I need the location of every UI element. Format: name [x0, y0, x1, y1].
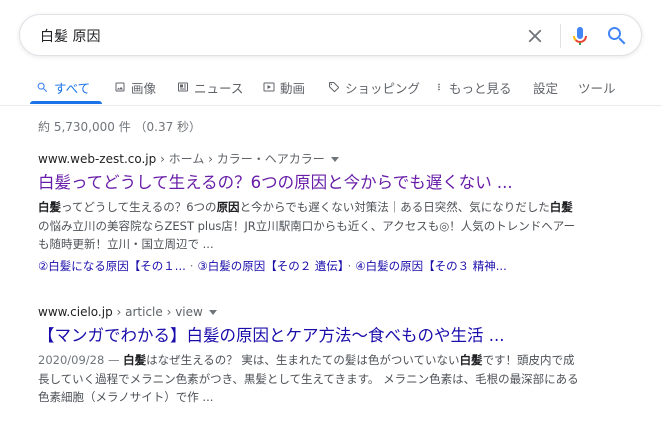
tab-shopping-label: ショッピング — [345, 80, 421, 96]
search-button[interactable] — [605, 24, 629, 48]
snippet-text: ってどうして生えるの？6つの — [61, 200, 217, 214]
tab-more[interactable]: もっと見る — [434, 77, 512, 97]
result-stats: 約 5,730,000 件 （0.37 秒） — [38, 120, 202, 134]
tab-tools[interactable]: ツール — [578, 77, 616, 97]
snippet-highlight: 白髪 — [459, 353, 483, 367]
sitelink[interactable]: ②白髪になる原因【その１... — [38, 259, 186, 273]
result-snippet: 白髪ってどうして生えるの？6つの原因と今からでも遅くない対策法｜ある日突然、気に… — [38, 198, 583, 254]
more-vert-icon — [438, 83, 440, 91]
result-url[interactable]: www.web-zest.co.jp › ホーム › カラー・ヘアカラー — [38, 150, 638, 168]
sitelink[interactable]: ④白髪の原因【その３ 精神... — [355, 259, 506, 273]
close-icon — [528, 29, 542, 43]
snippet-highlight: 白髪 — [38, 200, 61, 214]
tag-icon — [329, 82, 339, 92]
tab-videos-label: 動画 — [280, 80, 306, 96]
active-tab-indicator — [30, 101, 102, 104]
newspaper-icon — [178, 82, 188, 92]
search-tabs: すべて 画像 ニュース 動画 ショッピング もっと見る 設定 ツール — [0, 68, 662, 106]
search-divider — [560, 24, 561, 48]
result-breadcrumb: › ホーム › カラー・ヘアカラー — [156, 152, 325, 166]
snippet-text: と今からでも遅くない対策法｜ある日突然、気になりだした — [239, 200, 550, 214]
tab-tools-label: ツール — [578, 80, 616, 96]
snippet-text: はなぜ生えるの？ 実は、生まれたての髪は色がついていない — [146, 353, 460, 367]
search-result: www.web-zest.co.jp › ホーム › カラー・ヘアカラー 白髪っ… — [38, 150, 638, 275]
result-date: 2020/09/28 — — [38, 353, 124, 367]
result-snippet: 2020/09/28 — 白髪はなぜ生えるの？ 実は、生まれたての髪は色がついて… — [38, 351, 583, 407]
tab-settings-label: 設定 — [533, 80, 559, 96]
tab-images-label: 画像 — [131, 80, 157, 96]
snippet-highlight: 白髪 — [123, 353, 147, 367]
search-result: www.cielo.jp › article › view 【マンガでわかる】白… — [38, 303, 638, 407]
chevron-down-icon[interactable] — [330, 157, 339, 162]
snippet-highlight: 原因 — [216, 200, 240, 214]
microphone-icon — [573, 27, 587, 45]
tab-news-label: ニュース — [194, 80, 244, 96]
sitelink[interactable]: ③白髪の原因【その２ 遺伝】 — [197, 259, 343, 273]
sitelink-separator: · — [347, 258, 352, 273]
search-icon — [37, 82, 48, 92]
result-breadcrumb: › article › view — [112, 305, 203, 319]
tab-shopping[interactable]: ショッピング — [328, 77, 420, 97]
snippet-text: の悩み立川の美容院ならZEST plus店！JR立川駅南口からも近く、アクセスも… — [38, 218, 576, 252]
result-title-link[interactable]: 【マンガでわかる】白髪の原因とケア方法～食べものや生活 ... — [38, 325, 638, 347]
chevron-down-icon[interactable] — [208, 310, 217, 315]
sitelinks: ②白髪になる原因【その１... · ③白髪の原因【その２ 遺伝】 · ④白髪の原因【その… — [38, 257, 638, 275]
tab-all-label: すべて — [54, 80, 91, 96]
image-icon — [115, 82, 125, 92]
search-icon — [608, 27, 626, 45]
sitelink-separator: · — [189, 258, 194, 273]
result-url[interactable]: www.cielo.jp › article › view — [38, 303, 638, 321]
tab-all[interactable]: すべて — [36, 77, 90, 97]
voice-search-button[interactable] — [568, 24, 592, 48]
result-domain: www.cielo.jp — [38, 305, 113, 319]
snippet-highlight: 白髪 — [549, 200, 573, 214]
tab-videos[interactable]: 動画 — [263, 77, 305, 97]
result-domain: www.web-zest.co.jp — [38, 152, 157, 166]
search-box[interactable] — [19, 14, 642, 56]
clear-search-button[interactable] — [524, 25, 546, 47]
tab-images[interactable]: 画像 — [114, 77, 156, 97]
video-icon — [263, 82, 275, 92]
search-input[interactable] — [40, 25, 510, 47]
tab-news[interactable]: ニュース — [177, 77, 243, 97]
result-title-link[interactable]: 白髪ってどうして生えるの？6つの原因と今からでも遅くない ... — [38, 172, 638, 194]
tab-settings[interactable]: 設定 — [533, 77, 558, 97]
tab-more-label: もっと見る — [449, 80, 512, 96]
